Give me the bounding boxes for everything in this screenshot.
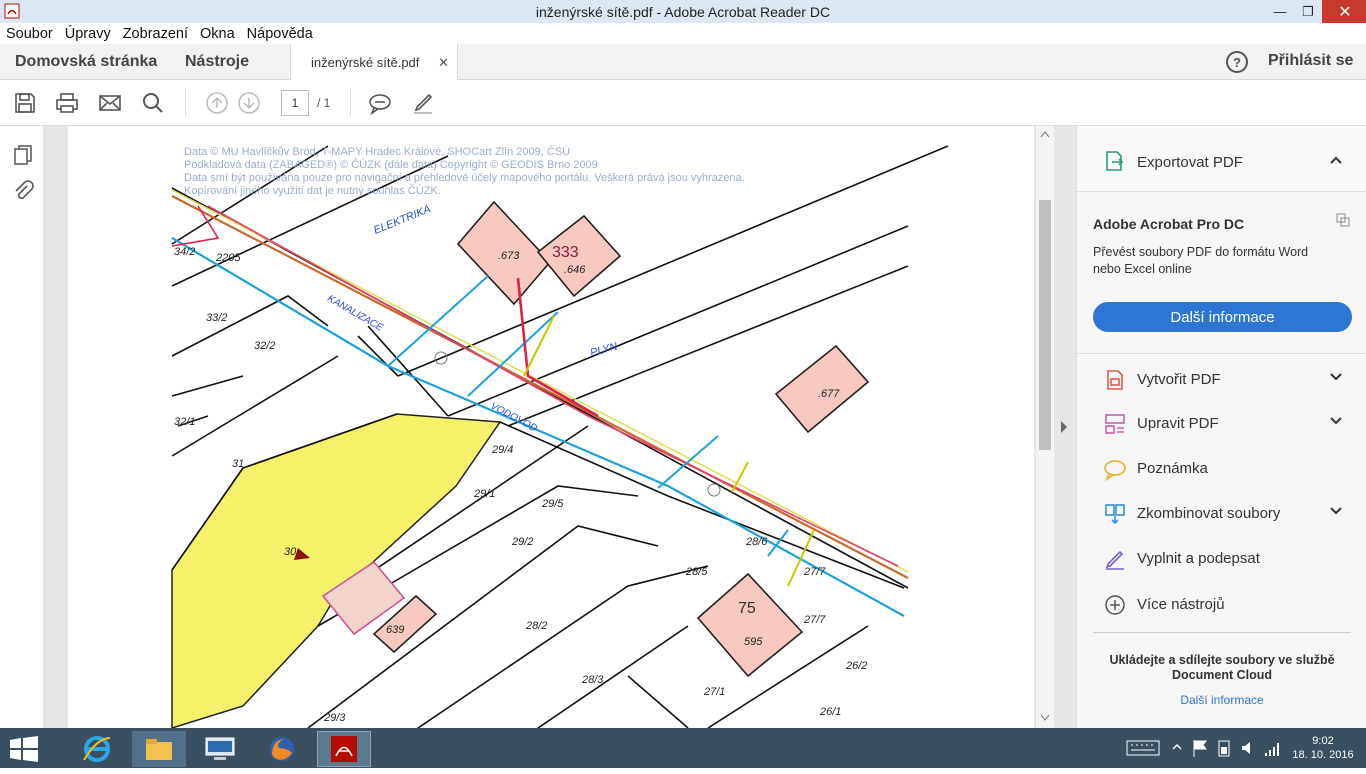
close-window-button[interactable]: ✕: [1322, 0, 1366, 23]
print-icon[interactable]: [55, 91, 79, 115]
export-pdf-label: Exportovat PDF: [1137, 154, 1243, 171]
tool-create-pdf[interactable]: Vytvořit PDF: [1077, 360, 1366, 400]
volume-icon[interactable]: [1240, 739, 1256, 757]
export-pdf-header[interactable]: Exportovat PDF: [1077, 126, 1366, 192]
edit-pdf-icon: [1105, 414, 1125, 434]
product-desc-line2: nebo Excel online: [1093, 262, 1192, 276]
map-copyright: Data © MU Havlíčkův Brod, T-MAPY Hradec …: [184, 146, 745, 197]
menu-bar: Soubor Úpravy Zobrazení Okna Nápověda: [0, 23, 1366, 44]
vertical-scrollbar[interactable]: [1036, 126, 1054, 728]
search-icon[interactable]: [141, 91, 165, 115]
chevron-up-icon[interactable]: [1329, 154, 1343, 166]
more-tools-icon: [1105, 595, 1125, 615]
copy-icon[interactable]: [1335, 212, 1351, 228]
divider: [1093, 632, 1351, 633]
highlighted-parcel: [171, 413, 502, 728]
document-tab[interactable]: inženýrské sítě.pdf ✕: [290, 44, 458, 80]
combine-files-icon: [1105, 504, 1125, 525]
page-total: / 1: [317, 96, 331, 110]
menu-okna[interactable]: Okna: [194, 26, 241, 42]
next-page-icon[interactable]: [237, 91, 261, 115]
menu-soubor[interactable]: Soubor: [0, 26, 59, 42]
expand-right-pane-icon[interactable]: [1059, 420, 1069, 434]
close-tab-icon[interactable]: ✕: [438, 55, 449, 71]
tool-comment[interactable]: Poznámka: [1077, 449, 1366, 489]
file-explorer-icon[interactable]: [132, 731, 186, 767]
taskbar: 9:02 18. 10. 2016: [0, 728, 1366, 768]
document-tab-label: inženýrské sítě.pdf: [311, 54, 420, 70]
page-number-input[interactable]: 1: [281, 90, 309, 116]
keyboard-icon[interactable]: [1126, 740, 1160, 756]
window-controls: — ❐ ✕: [1266, 0, 1366, 23]
window-title: inženýrské sítě.pdf - Adobe Acrobat Read…: [535, 3, 831, 20]
attachments-icon[interactable]: [12, 180, 34, 202]
network-icon[interactable]: [1264, 739, 1282, 757]
email-icon[interactable]: [98, 91, 122, 115]
comment-icon: [1104, 460, 1126, 481]
comment-tool-icon[interactable]: [368, 91, 392, 115]
fill-sign-icon: [1105, 550, 1124, 570]
scroll-up-icon[interactable]: [1040, 130, 1050, 138]
utility-map: [171, 145, 949, 728]
tool-more-tools[interactable]: Více nástrojů: [1077, 585, 1366, 625]
scroll-down-icon[interactable]: [1040, 714, 1050, 722]
help-icon[interactable]: ?: [1226, 51, 1248, 73]
tools-tab[interactable]: Nástroje: [185, 53, 249, 71]
home-tab[interactable]: Domovská stránka: [15, 53, 157, 71]
manhole-marker: [707, 483, 721, 497]
lenovo-icon[interactable]: [193, 731, 247, 767]
chevron-down-icon[interactable]: [1329, 414, 1343, 428]
title-bar: inženýrské sítě.pdf - Adobe Acrobat Read…: [0, 0, 1366, 23]
document-view: Data © MU Havlíčkův Brod, T-MAPY Hradec …: [44, 126, 1076, 728]
acrobat-app-icon: [4, 3, 20, 19]
menu-napoveda[interactable]: Nápověda: [241, 26, 319, 42]
start-button-icon[interactable]: [10, 736, 38, 762]
tools-pane: Exportovat PDF Adobe Acrobat Pro DC Přev…: [1076, 126, 1366, 728]
minimize-button[interactable]: —: [1266, 0, 1294, 23]
battery-icon[interactable]: [1216, 739, 1232, 757]
previous-page-icon[interactable]: [205, 91, 229, 115]
action-center-flag-icon[interactable]: [1192, 739, 1208, 757]
restore-button[interactable]: ❐: [1294, 0, 1322, 23]
internet-explorer-icon[interactable]: [70, 731, 124, 767]
chevron-down-icon[interactable]: [1329, 504, 1343, 518]
clock-time: 9:02: [1312, 735, 1334, 747]
pdf-page: Data © MU Havlíčkův Brod, T-MAPY Hradec …: [68, 126, 1034, 728]
clock-date: 18. 10. 2016: [1292, 749, 1354, 761]
document-cloud-link[interactable]: Další informace: [1093, 693, 1351, 707]
show-hidden-icons-icon[interactable]: [1172, 742, 1182, 752]
toolbar: [0, 80, 1366, 126]
page-thumbnails-icon[interactable]: [12, 144, 34, 166]
scrollbar-thumb[interactable]: [1039, 200, 1051, 450]
menu-upravy[interactable]: Úpravy: [59, 26, 117, 42]
more-info-button[interactable]: Další informace: [1093, 302, 1352, 332]
create-pdf-icon: [1107, 370, 1123, 390]
product-name: Adobe Acrobat Pro DC: [1093, 216, 1245, 232]
acrobat-icon[interactable]: [317, 731, 371, 767]
tool-edit-pdf[interactable]: Upravit PDF: [1077, 404, 1366, 444]
document-cloud-promo: Ukládejte a sdílejte soubory ve službě D…: [1109, 653, 1335, 682]
toolbar-separator: [350, 90, 351, 116]
chevron-down-icon[interactable]: [1329, 370, 1343, 384]
tool-fill-sign[interactable]: Vyplnit a podepsat: [1077, 539, 1366, 579]
firefox-icon[interactable]: [255, 731, 309, 767]
toolbar-separator: [185, 90, 186, 116]
left-navigation-pane: [0, 126, 60, 728]
nav-bar: Domovská stránka Nástroje inženýrské sít…: [0, 44, 1366, 80]
export-pdf-icon: [1106, 151, 1124, 171]
sign-tool-icon[interactable]: [411, 91, 435, 115]
menu-zobrazeni[interactable]: Zobrazení: [117, 26, 194, 42]
product-desc-line1: Převést soubory PDF do formátu Word: [1093, 245, 1309, 259]
sign-in-link[interactable]: Přihlásit se: [1268, 52, 1353, 70]
divider: [1077, 353, 1366, 354]
save-icon[interactable]: [13, 91, 37, 115]
tool-combine-files[interactable]: Zkombinovat soubory: [1077, 494, 1366, 534]
system-clock[interactable]: 9:02 18. 10. 2016: [1290, 734, 1356, 774]
